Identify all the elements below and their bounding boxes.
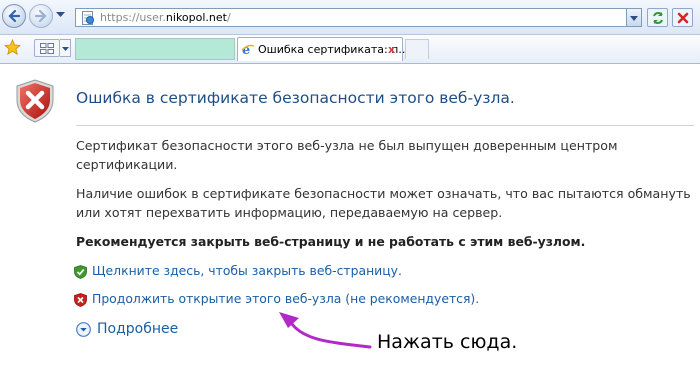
annotation-arrow bbox=[279, 312, 372, 349]
annotation-text: Нажать сюда. bbox=[377, 331, 518, 353]
